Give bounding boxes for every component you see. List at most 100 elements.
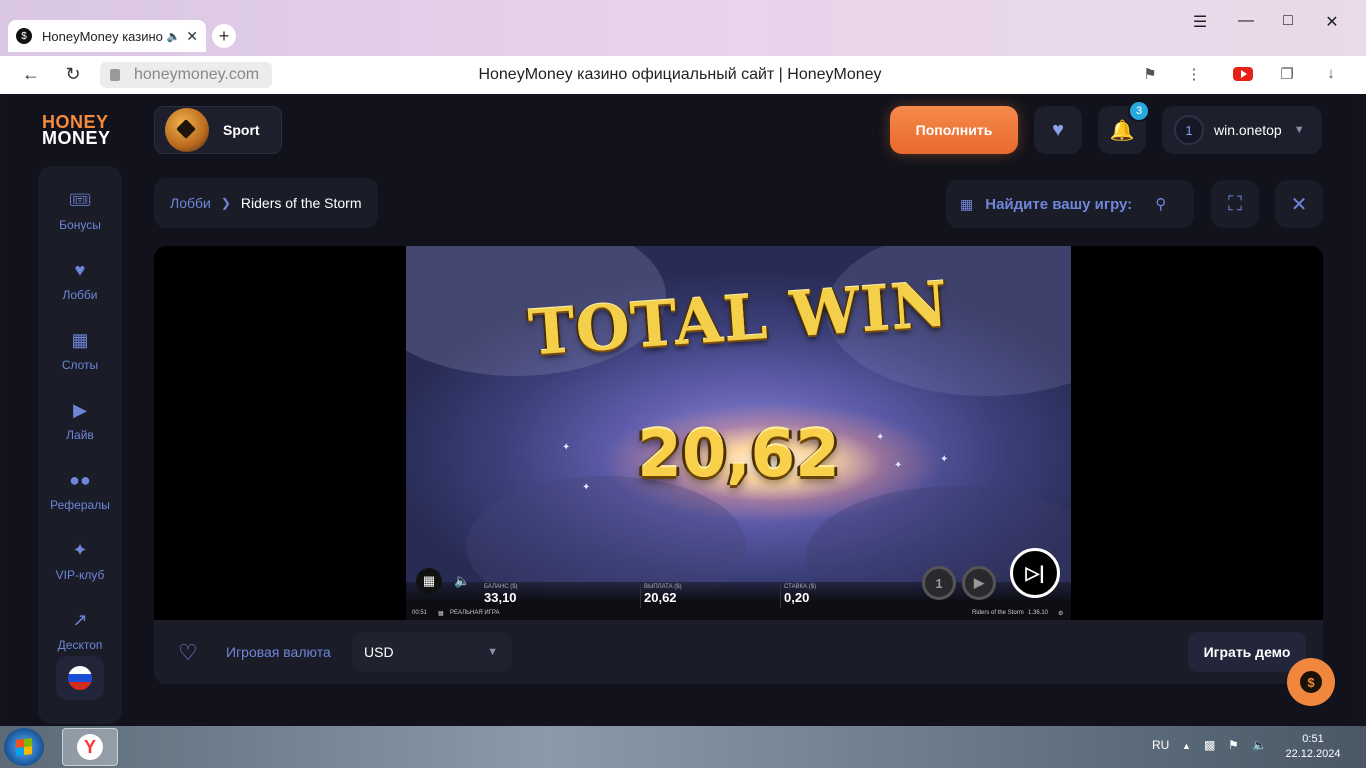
currency-select[interactable]: USD ▼ [352,632,512,672]
sparkle-icon: ✦ [562,442,571,453]
video-camera-icon: ▶ [73,400,87,420]
sidebar-item-label: Слоты [61,358,99,372]
coin-chat-icon: $ [1298,669,1324,695]
username: win.onetop [1214,122,1282,138]
lock-icon [110,69,120,81]
site-favicon-icon: $ [16,28,32,44]
game-clock: 00:51 [412,610,428,616]
casino-site: HONEY MONEY Sport Пополнить ♥ 🔔 3 1 win.… [6,94,1354,726]
action-center-flag-icon[interactable]: ⚑ [1228,738,1239,752]
sidebar-item-label: Лайв [66,428,94,442]
notifications-badge: 3 [1128,100,1150,122]
soccer-ball-icon [165,108,209,152]
browser-window: $ HoneyMoney казино официальный сайт 🔈 ✕… [0,0,1366,726]
language-selector[interactable] [56,656,104,700]
sidebar-item-desktop[interactable]: ↗ Десктоп [38,610,122,652]
close-icon: ✕ [1290,193,1308,216]
tab-close-icon[interactable]: ✕ [186,28,198,45]
close-game-button[interactable]: ✕ [1275,180,1323,228]
address-bar: ← ↻ honeymoney.com HoneyMoney казино офи… [0,56,1366,94]
sidebar-item-lobby[interactable]: ♥ Лобби [38,260,122,302]
clock-time: 0:51 [1302,733,1324,745]
sidebar-item-label: Десктоп [57,638,103,652]
tab-audio-icon[interactable]: 🔈 [167,30,181,43]
heart-icon: ♥ [74,260,86,280]
grid-icon: ▦ [960,195,974,212]
game-search: ▦ ⚲ [946,180,1194,228]
account-menu[interactable]: 1 win.onetop ▼ [1162,106,1322,154]
support-chat-button[interactable]: $ [1287,658,1335,706]
taskbar: Y RU ▲ ▩ ⚑ 🔈 0:51 22.12.2024 [0,726,1366,768]
search-icon[interactable]: ⚲ [1155,195,1166,213]
users-icon: ●● [69,470,91,490]
fullscreen-button[interactable]: ⛶ [1211,180,1259,228]
game-options-bar: ♡ Игровая валюта USD ▼ Играть демо [154,620,1323,684]
start-button[interactable] [4,728,44,766]
bookmark-icon[interactable]: ⚑ [1139,65,1161,83]
sidebar-item-label: VIP-клуб [55,568,105,582]
sidebar-item-live[interactable]: ▶ Лайв [38,400,122,442]
mode-icon: ▦ [438,611,444,617]
deposit-button[interactable]: Пополнить [890,106,1018,154]
close-window-icon[interactable]: ✕ [1322,12,1342,32]
slot-game-canvas[interactable]: TOTAL WIN 20,62 ✦ ✦ ✦ ✦ ✦ ▦ 🔈 БАЛАНС ($)… [406,246,1071,620]
bell-icon: 🔔 [1109,119,1135,142]
play-skip-icon: ▷| [1025,562,1045,583]
sidebar-item-bonuses[interactable]: 🎟 Бонусы [38,190,122,232]
page-title: HoneyMoney казино официальный сайт | Hon… [478,66,882,83]
chevron-right-icon: ❯ [220,196,231,210]
game-frame: TOTAL WIN 20,62 ✦ ✦ ✦ ✦ ✦ ▦ 🔈 БАЛАНС ($)… [154,246,1323,620]
coin-value-button[interactable]: 1 [922,566,956,600]
taskbar-yandex-browser[interactable]: Y [62,728,118,766]
balance-stat: БАЛАНС ($) 33,10 [484,584,518,605]
search-input[interactable] [985,195,1156,213]
minimize-icon[interactable]: — [1236,12,1256,30]
breadcrumb-lobby-link[interactable]: Лобби [170,195,211,211]
tray-expand-icon[interactable]: ▲ [1182,741,1191,751]
sparkles-icon: ✦ [72,540,88,560]
ticket-icon: 🎟 [68,190,92,210]
bet-stat: СТАВКА ($) 0,20 [784,584,816,605]
language-indicator[interactable]: RU [1152,738,1169,752]
bet-value: 0,20 [784,590,810,605]
favorite-heart-icon[interactable]: ♡ [178,640,198,666]
breadcrumb-current: Riders of the Storm [240,195,362,211]
divider [640,584,641,608]
sidebar-item-vip-club[interactable]: ✦ VIP-клуб [38,540,122,582]
volume-icon[interactable]: 🔈 [1252,738,1267,752]
url-field[interactable]: honeymoney.com [100,62,272,88]
play-demo-button[interactable]: Играть демо [1188,632,1306,672]
browser-menu-icon[interactable]: ☰ [1190,12,1210,32]
reload-icon[interactable]: ↻ [62,64,84,85]
logo-line2: MONEY [42,128,111,148]
divider [780,584,781,608]
sidebar-item-label: Бонусы [59,218,101,232]
grid-icon: ▦ [71,330,89,350]
sport-button[interactable]: Sport [154,106,282,154]
game-version: 1.36.10 [1028,610,1049,616]
taskbar-clock[interactable]: 0:51 22.12.2024 [1282,732,1344,762]
favorites-button[interactable]: ♥ [1034,106,1082,154]
balance-value: 33,10 [484,590,517,605]
game-menu-icon[interactable]: ▦ [416,568,442,594]
youtube-icon[interactable] [1233,67,1253,81]
user-level-badge: 1 [1174,115,1204,145]
new-tab-button[interactable]: + [212,24,236,48]
download-icon[interactable]: ↓ [1320,65,1342,82]
honeymoney-logo[interactable]: HONEY MONEY [42,113,111,148]
back-icon[interactable]: ← [20,64,42,85]
sound-icon[interactable]: 🔈 [454,573,470,589]
sidebar-item-referrals[interactable]: ●● Рефералы [38,470,122,512]
more-menu-icon[interactable]: ⋮ [1183,65,1205,83]
network-icon[interactable]: ▩ [1204,738,1215,752]
sidebar-item-slots[interactable]: ▦ Слоты [38,330,122,372]
maximize-icon[interactable]: □ [1278,12,1298,30]
external-link-icon: ↗ [72,610,88,630]
browser-tab[interactable]: $ HoneyMoney казино официальный сайт 🔈 ✕ [8,20,206,52]
ru-flag-icon [68,666,92,690]
sparkle-icon: ✦ [940,454,949,465]
skip-spin-button[interactable]: ▷| [1010,548,1060,598]
settings-small-icon[interactable]: ⚙ [1058,610,1063,617]
extensions-icon[interactable]: ❐ [1276,65,1298,83]
autoplay-button[interactable]: ▶ [962,566,996,600]
